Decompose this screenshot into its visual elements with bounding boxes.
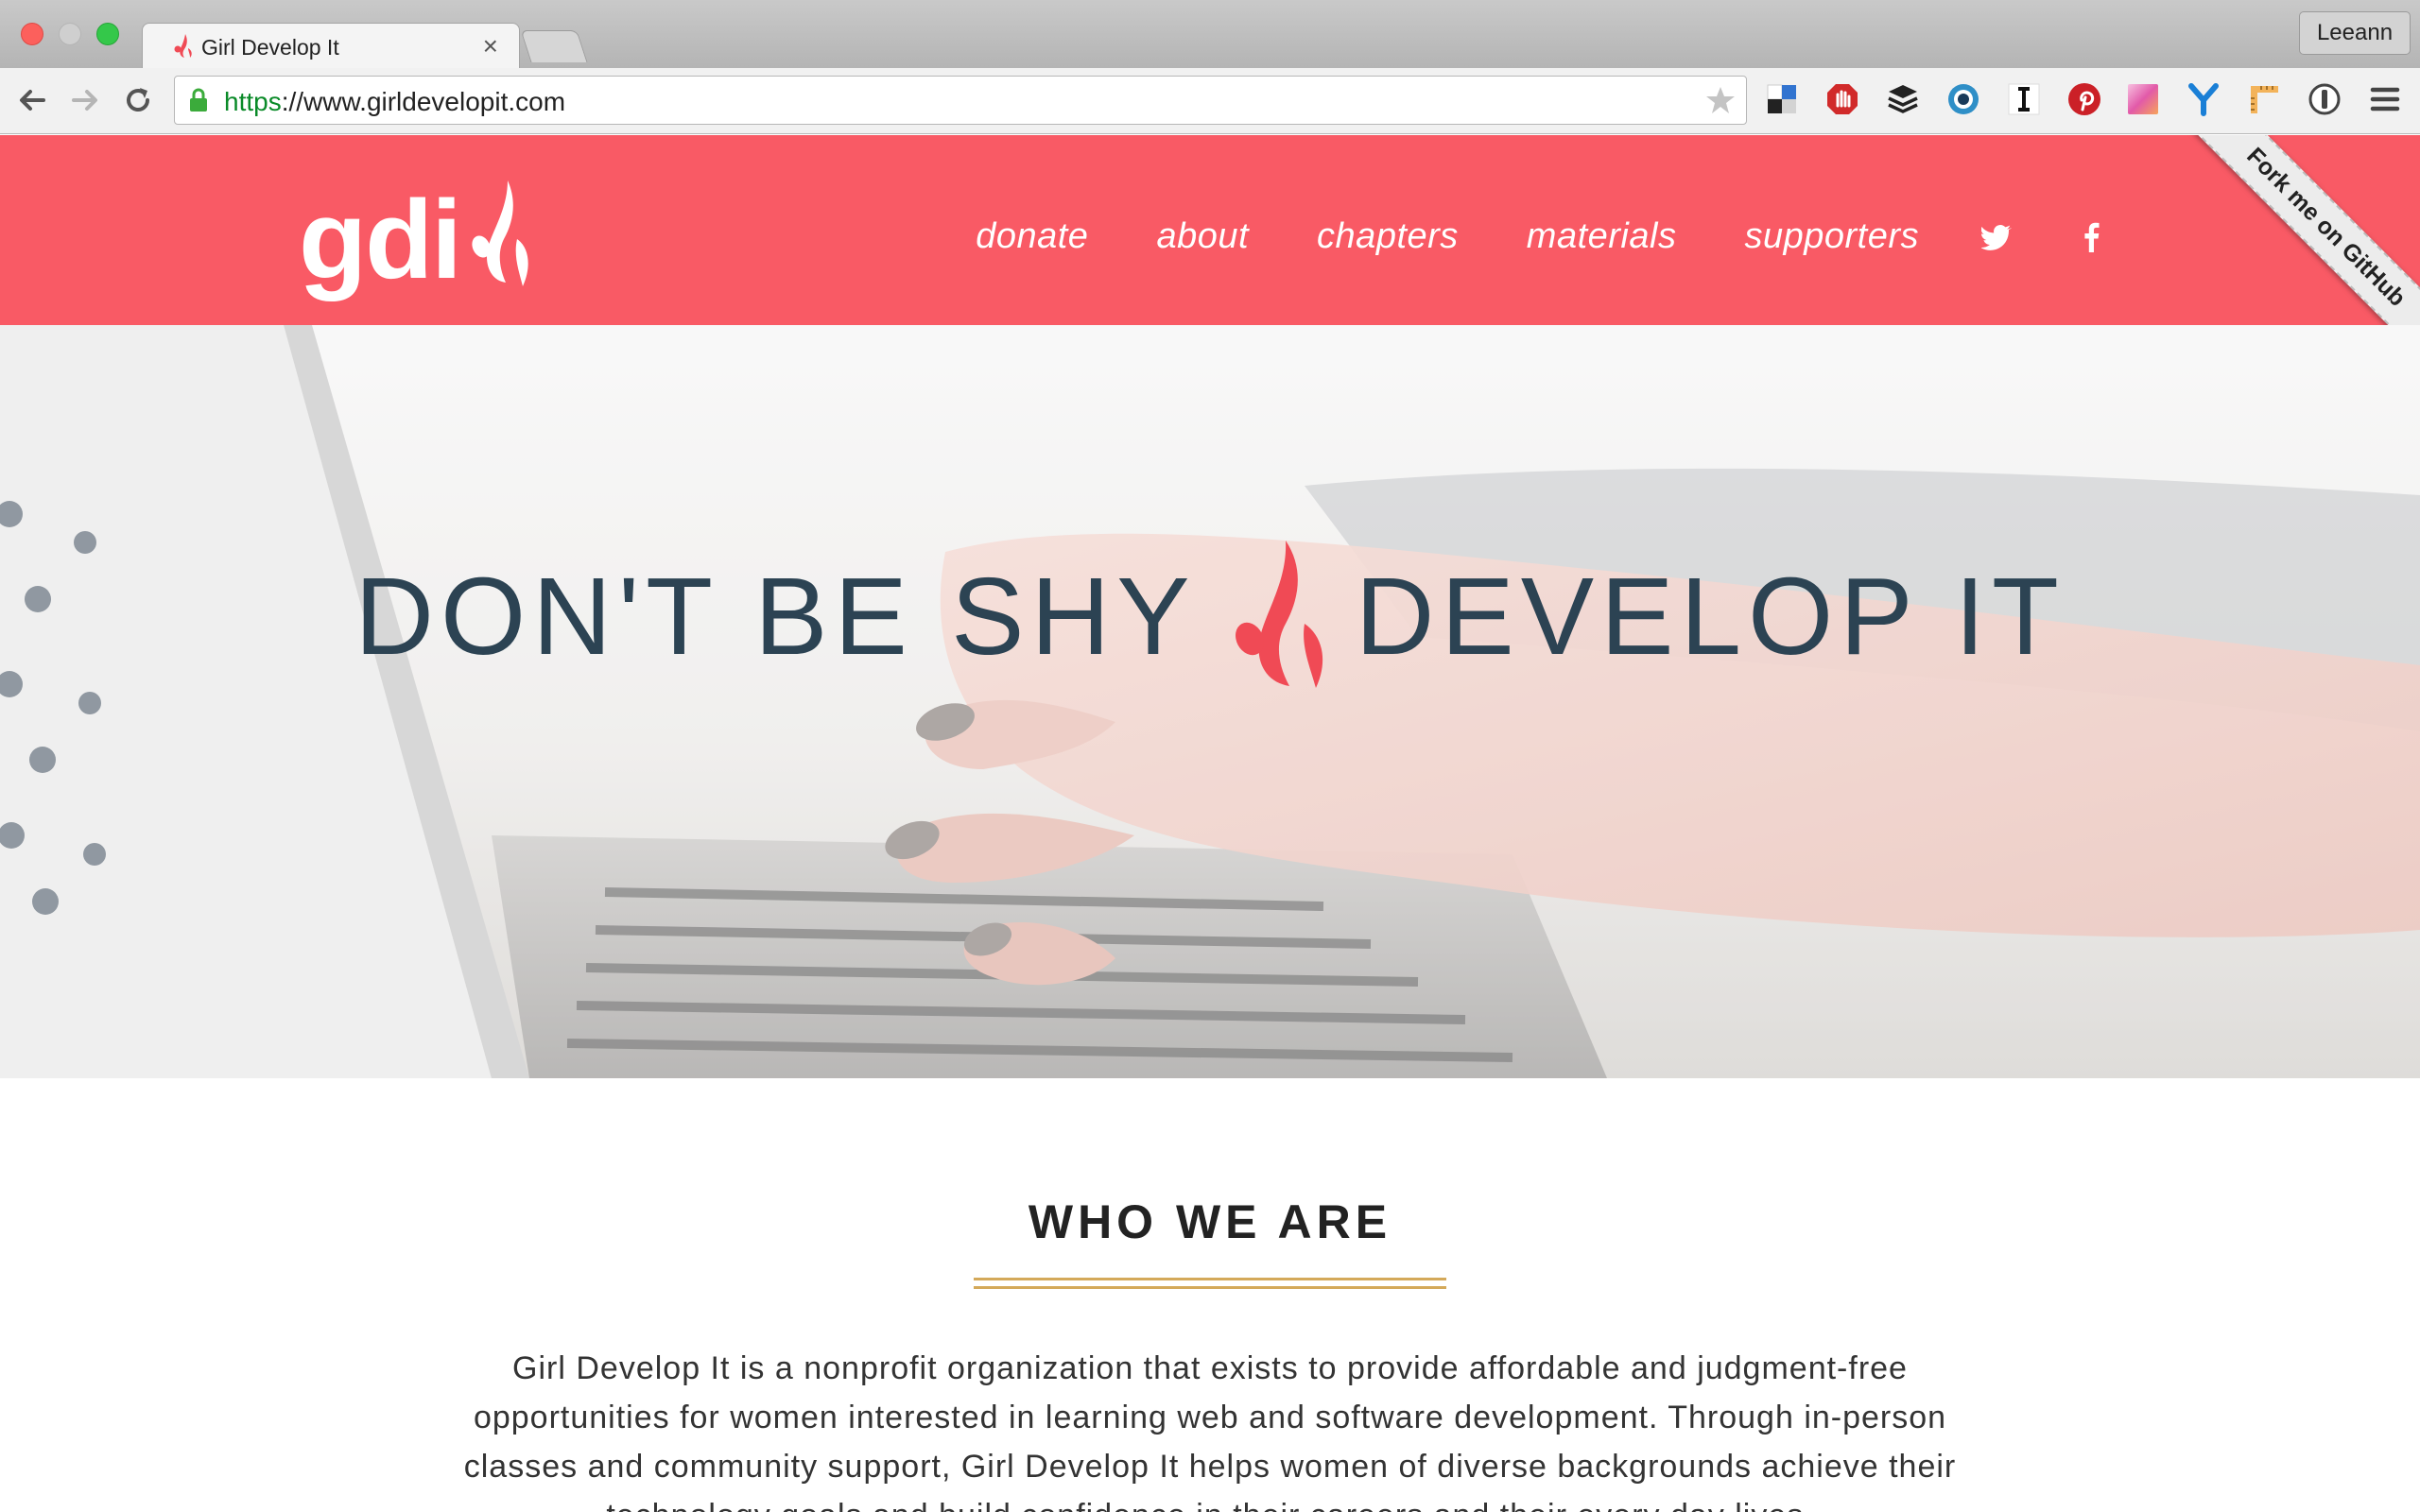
adblock-icon[interactable] bbox=[1824, 81, 1860, 117]
menu-icon[interactable] bbox=[2367, 81, 2403, 117]
buffer-icon[interactable] bbox=[1885, 81, 1921, 117]
close-window-button[interactable] bbox=[21, 23, 43, 45]
ruler-icon[interactable] bbox=[2246, 81, 2282, 117]
pinterest-icon[interactable] bbox=[2066, 81, 2102, 117]
section-title: WHO WE ARE bbox=[1028, 1195, 1392, 1248]
color-picker-icon[interactable] bbox=[2125, 81, 2161, 117]
logo-text: gdi bbox=[299, 178, 462, 302]
hero-text-left: DON'T BE SHY bbox=[354, 555, 1197, 678]
reload-icon[interactable] bbox=[121, 83, 155, 117]
main-nav: donate about chapters materials supporte… bbox=[908, 216, 2108, 257]
hero-headline: DON'T BE SHY DEVELOP IT bbox=[0, 541, 2420, 692]
minimize-window-button[interactable] bbox=[59, 23, 81, 45]
nav-chapters[interactable]: chapters bbox=[1317, 216, 1459, 257]
onepassword-icon[interactable] bbox=[2307, 81, 2342, 117]
back-arrow-icon[interactable] bbox=[15, 83, 49, 117]
nav-donate[interactable]: donate bbox=[976, 216, 1088, 257]
nav-about[interactable]: about bbox=[1156, 216, 1249, 257]
gdi-logo[interactable]: gdi bbox=[299, 173, 532, 302]
new-tab-button[interactable] bbox=[520, 30, 588, 62]
gdi-favicon-icon bbox=[174, 34, 192, 58]
section-body: Girl Develop It is a nonprofit organizat… bbox=[463, 1350, 1957, 1512]
section-divider bbox=[974, 1278, 1446, 1289]
site-header: gdi donate about chapters materials supp… bbox=[0, 135, 2420, 325]
lock-icon bbox=[190, 88, 207, 112]
browser-tab[interactable]: Girl Develop It × bbox=[142, 23, 520, 68]
nav-supporters[interactable]: supporters bbox=[1744, 216, 1919, 257]
gdi-splash-icon bbox=[472, 180, 528, 286]
hero-banner: DON'T BE SHY DEVELOP IT bbox=[0, 325, 2420, 1078]
url-text: https://www.girldevelopit.com bbox=[224, 87, 566, 116]
tab-title: Girl Develop It bbox=[201, 35, 339, 60]
maximize-window-button[interactable] bbox=[96, 23, 119, 45]
nav-materials[interactable]: materials bbox=[1527, 216, 1677, 257]
twitter-icon[interactable] bbox=[1981, 221, 2014, 253]
gdi-splash-icon bbox=[1235, 541, 1322, 688]
profile-button[interactable]: Leeann bbox=[2299, 11, 2411, 55]
forward-arrow-icon[interactable] bbox=[68, 83, 102, 117]
bookmark-star-icon[interactable] bbox=[1704, 84, 1737, 116]
instapaper-icon[interactable] bbox=[2006, 81, 2042, 117]
browser-toolbar: https://www.girldevelopit.com bbox=[0, 68, 2420, 134]
hero-laptop-typing-image bbox=[0, 325, 2420, 1078]
delicious-icon[interactable] bbox=[1764, 81, 1800, 117]
address-bar[interactable]: https://www.girldevelopit.com bbox=[174, 76, 1747, 125]
y-icon[interactable] bbox=[2186, 81, 2221, 117]
close-tab-icon[interactable]: × bbox=[483, 31, 498, 61]
facebook-icon[interactable] bbox=[2076, 221, 2108, 253]
browser-titlebar: Girl Develop It × Leeann bbox=[0, 0, 2420, 68]
hero-text-right: DEVELOP IT bbox=[1355, 555, 2066, 678]
eye-icon[interactable] bbox=[1945, 81, 1981, 117]
